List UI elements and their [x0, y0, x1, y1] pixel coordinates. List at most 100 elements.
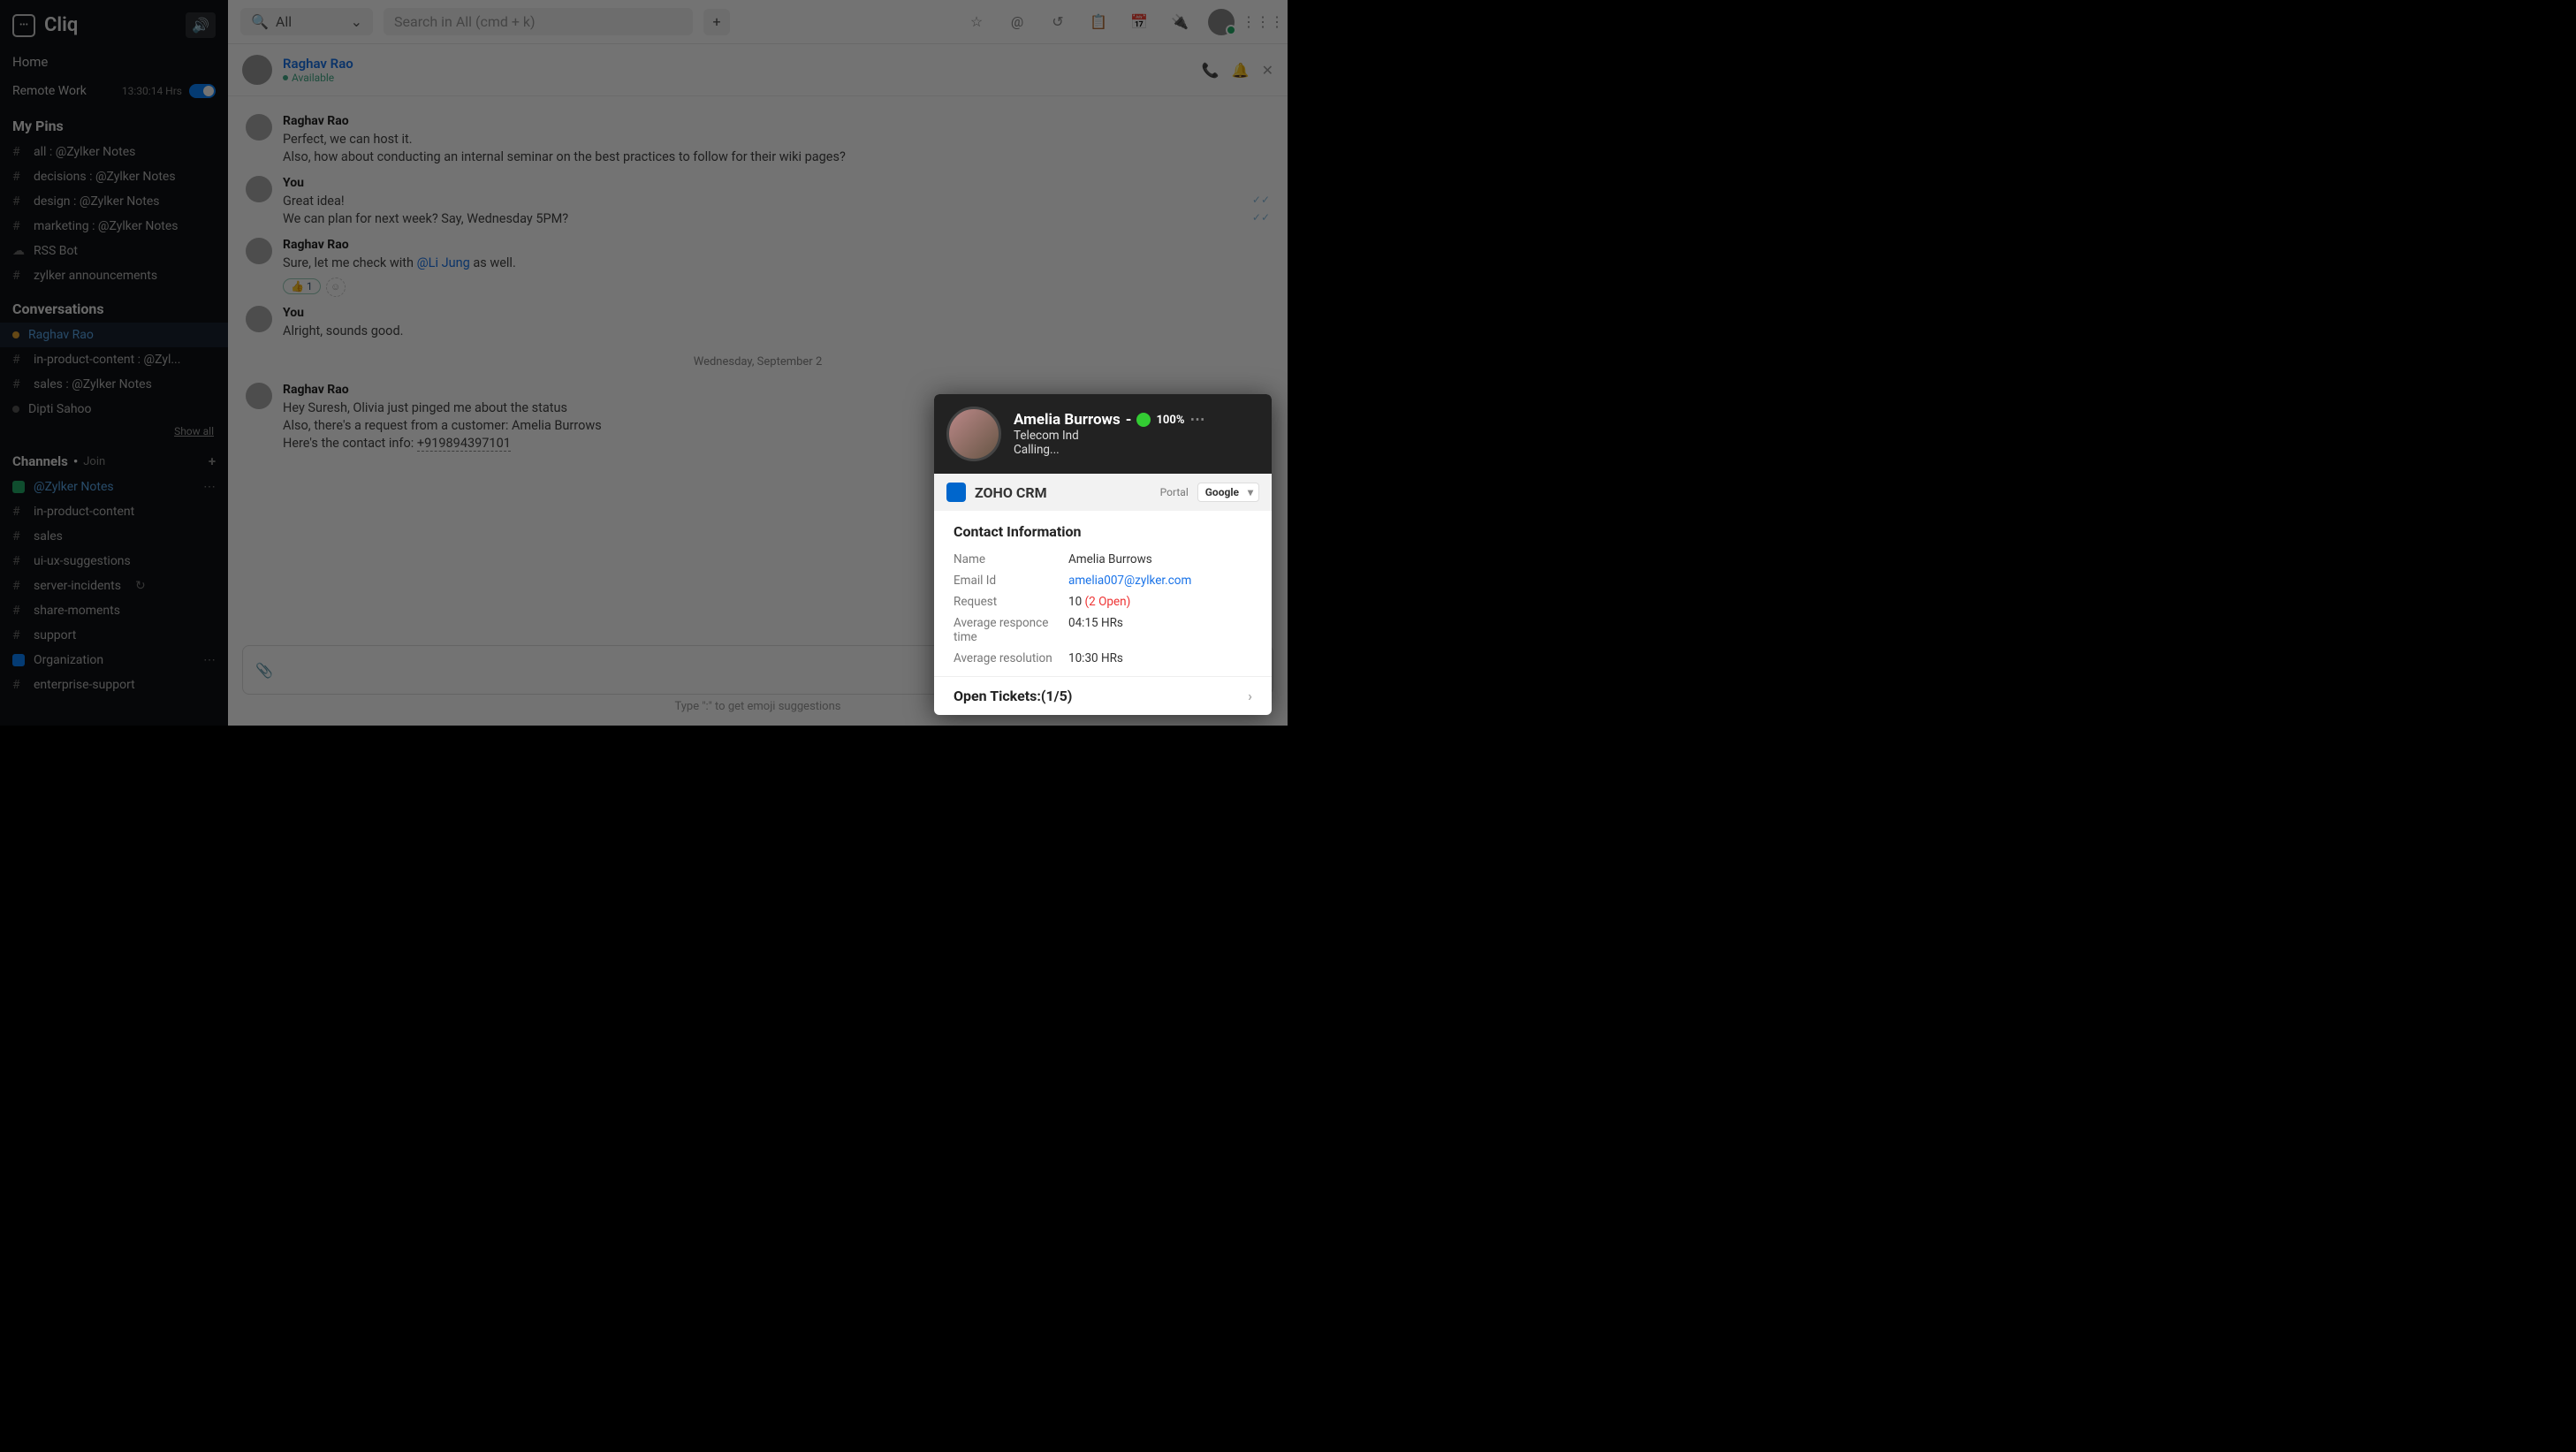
- remote-toggle[interactable]: [189, 84, 216, 98]
- calendar-icon[interactable]: 📅: [1127, 10, 1151, 34]
- message-sender: You: [283, 176, 1270, 190]
- topbar: 🔍 All ⌄ Search in All (cmd + k) + ☆ @ ↺ …: [228, 0, 1288, 44]
- contact-status: Available: [283, 72, 353, 84]
- happiness-percent: 100%: [1156, 414, 1184, 427]
- message-avatar[interactable]: [246, 383, 272, 409]
- message-sender: Raghav Rao: [283, 238, 1270, 252]
- message-avatar[interactable]: [246, 114, 272, 141]
- info-value: 10:30 HRs: [1068, 651, 1123, 665]
- add-channel-icon[interactable]: +: [209, 453, 216, 469]
- caller-popup: Amelia Burrows - 100% ⋯ Telecom Ind Call…: [934, 394, 1272, 715]
- user-avatar[interactable]: [1208, 9, 1235, 35]
- remote-work-label: Remote Work: [12, 84, 87, 98]
- contact-avatar[interactable]: [242, 55, 272, 85]
- phone-link[interactable]: +919894397101: [417, 436, 511, 452]
- channel-item[interactable]: #enterprise-support: [0, 673, 228, 697]
- info-row: Email Idamelia007@zylker.com: [954, 570, 1252, 591]
- message-sender: You: [283, 306, 1270, 320]
- channel-item[interactable]: @Zylker Notes⋯: [0, 475, 228, 499]
- mentions-icon[interactable]: @: [1005, 10, 1030, 34]
- chat-header: Raghav Rao Available 📞 🔔 ✕: [228, 44, 1288, 96]
- history-icon[interactable]: ↺: [1045, 10, 1070, 34]
- app-logo-icon: •••: [12, 14, 35, 37]
- call-icon[interactable]: 📞: [1202, 62, 1220, 79]
- info-value: 10 (2 Open): [1068, 595, 1130, 609]
- hash-icon: #: [12, 194, 25, 209]
- message-text: Sure, let me check with @Li Jung as well…: [283, 255, 1270, 270]
- info-key: Email Id: [954, 574, 1068, 588]
- search-icon: 🔍: [251, 13, 269, 30]
- message-avatar[interactable]: [246, 238, 272, 264]
- channel-item[interactable]: #support: [0, 623, 228, 648]
- hash-icon: ☁: [12, 244, 25, 258]
- info-row: NameAmelia Burrows: [954, 549, 1252, 570]
- clipboard-icon[interactable]: 📋: [1086, 10, 1111, 34]
- caller-company: Telecom Ind: [1014, 429, 1204, 443]
- message-text: Perfect, we can host it.: [283, 132, 1270, 147]
- star-icon[interactable]: ☆: [964, 10, 989, 34]
- show-all-link[interactable]: Show all: [0, 422, 228, 441]
- message: Raghav Rao Sure, let me check with @Li Ju…: [246, 238, 1270, 297]
- pinned-item[interactable]: #marketing : @Zylker Notes: [0, 214, 228, 239]
- search-input[interactable]: Search in All (cmd + k): [384, 8, 693, 35]
- conversation-item[interactable]: Dipti Sahoo: [0, 397, 228, 422]
- channel-item[interactable]: #sales: [0, 524, 228, 549]
- info-key: Name: [954, 552, 1068, 566]
- scope-dropdown[interactable]: 🔍 All ⌄: [240, 8, 373, 35]
- info-key: Average resolution: [954, 651, 1068, 665]
- more-icon[interactable]: ⋯: [203, 480, 216, 494]
- channel-item[interactable]: #server-incidents↻: [0, 574, 228, 598]
- message-text: We can plan for next week? Say, Wednesda…: [283, 211, 1270, 226]
- pinned-item[interactable]: #zylker announcements: [0, 263, 228, 288]
- speaker-icon[interactable]: 🔊: [186, 12, 216, 38]
- read-ticks-icon: ✓✓: [1252, 211, 1270, 224]
- info-key: Request: [954, 595, 1068, 609]
- sidebar: ••• Cliq 🔊 Home Remote Work 13:30:14 Hrs…: [0, 0, 228, 726]
- remote-timer: 13:30:14 Hrs: [122, 85, 182, 97]
- message-text: Alright, sounds good.: [283, 323, 1270, 338]
- message-text: Also, how about conducting an internal s…: [283, 149, 1270, 164]
- pinned-item[interactable]: #all : @Zylker Notes: [0, 140, 228, 164]
- portal-label: Portal: [1160, 486, 1189, 498]
- bell-icon[interactable]: 🔔: [1232, 62, 1250, 79]
- reaction-chip[interactable]: 👍 1: [283, 278, 321, 294]
- close-icon[interactable]: ✕: [1262, 62, 1273, 79]
- add-reaction-icon[interactable]: ☺: [326, 277, 346, 297]
- chevron-right-icon: ›: [1248, 688, 1252, 704]
- new-button[interactable]: +: [703, 9, 730, 35]
- happiness-icon: [1136, 413, 1151, 427]
- pinned-item[interactable]: ☁RSS Bot: [0, 239, 228, 263]
- more-icon[interactable]: ⋯: [1189, 411, 1204, 429]
- channel-item[interactable]: #ui-ux-suggestions: [0, 549, 228, 574]
- nav-home[interactable]: Home: [0, 47, 228, 77]
- conversation-item[interactable]: #sales : @Zylker Notes: [0, 372, 228, 397]
- attach-icon[interactable]: 📎: [255, 662, 273, 679]
- conversation-item[interactable]: #in-product-content : @Zyl...: [0, 347, 228, 372]
- chevron-down-icon: ⌄: [351, 13, 362, 30]
- pinned-item[interactable]: #decisions : @Zylker Notes: [0, 164, 228, 189]
- channel-item[interactable]: Organization⋯: [0, 648, 228, 673]
- open-tickets-row[interactable]: Open Tickets:(1/5) ›: [934, 676, 1272, 715]
- contact-info-heading: Contact Information: [954, 523, 1252, 540]
- read-ticks-icon: ✓✓: [1252, 194, 1270, 206]
- channel-item[interactable]: #share-moments: [0, 598, 228, 623]
- more-icon[interactable]: ⋯: [203, 653, 216, 667]
- portal-dropdown[interactable]: Google: [1197, 483, 1259, 502]
- message-avatar[interactable]: [246, 176, 272, 202]
- conversation-item[interactable]: Raghav Rao: [0, 323, 228, 347]
- message: YouGreat idea!✓✓We can plan for next wee…: [246, 176, 1270, 229]
- info-row: Request10 (2 Open): [954, 591, 1252, 612]
- join-link[interactable]: Join: [83, 455, 105, 468]
- apps-grid-icon[interactable]: ⋮⋮⋮: [1250, 10, 1275, 34]
- contact-name[interactable]: Raghav Rao: [283, 56, 353, 72]
- info-value[interactable]: amelia007@zylker.com: [1068, 574, 1191, 588]
- hash-icon: #: [12, 269, 25, 283]
- call-status: Calling...: [1014, 443, 1204, 457]
- message: Raghav RaoPerfect, we can host it.Also, …: [246, 114, 1270, 167]
- pinned-item[interactable]: #design : @Zylker Notes: [0, 189, 228, 214]
- message-avatar[interactable]: [246, 306, 272, 332]
- plug-icon[interactable]: 🔌: [1167, 10, 1192, 34]
- info-row: Average resolution10:30 HRs: [954, 648, 1252, 669]
- hash-icon: #: [12, 145, 25, 159]
- channel-item[interactable]: #in-product-content: [0, 499, 228, 524]
